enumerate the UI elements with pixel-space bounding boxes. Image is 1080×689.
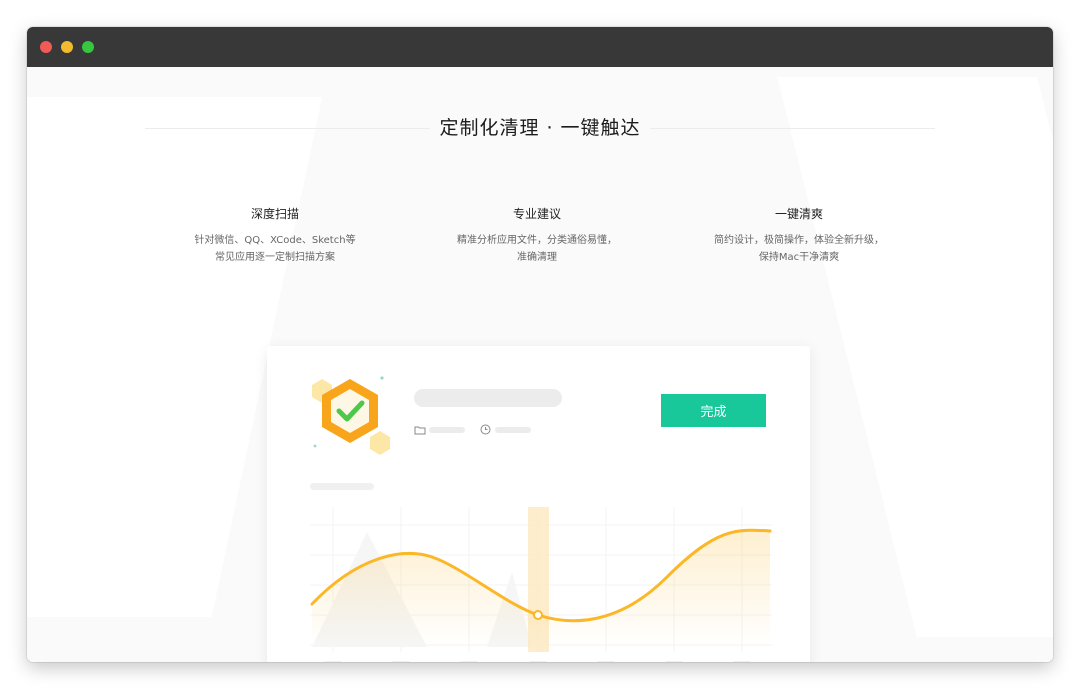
feature-description-line: 常见应用逐一定制扫描方案 — [215, 252, 335, 263]
feature-description: 精准分析应用文件，分类通俗易懂， 准确清理 — [407, 232, 667, 266]
size-skeleton — [429, 427, 465, 433]
feature-description-line: 简约设计，极简操作，体验全新升级， — [714, 235, 884, 246]
feature-deep-scan: 深度扫描 针对微信、QQ、XCode、Sketch等 常见应用逐一定制扫描方案 — [145, 205, 405, 266]
app-window: 定制化清理 · 一键触达 深度扫描 针对微信、QQ、XCode、Sketch等 … — [27, 27, 1053, 662]
window-minimize-button[interactable] — [61, 41, 73, 53]
feature-description-line: 保持Mac干净清爽 — [758, 252, 840, 263]
folder-icon — [414, 426, 426, 435]
chart-illustration — [310, 507, 772, 662]
time-skeleton — [495, 427, 531, 433]
feature-title: 深度扫描 — [250, 207, 299, 221]
feature-title: 专业建议 — [512, 207, 561, 221]
title-bar — [27, 27, 1053, 67]
preview-card: 完成 — [267, 346, 810, 662]
chart-point-marker — [533, 610, 543, 620]
feature-one-click-clean: 一键清爽 简约设计，极简操作，体验全新升级， 保持Mac干净清爽 — [669, 205, 929, 266]
main-content: 定制化清理 · 一键触达 深度扫描 针对微信、QQ、XCode、Sketch等 … — [27, 67, 1053, 662]
sparkle-dot — [380, 376, 384, 380]
sparkle-dot — [313, 444, 317, 448]
feature-description: 简约设计，极简操作，体验全新升级， 保持Mac干净清爽 — [669, 232, 929, 266]
feature-title: 一键清爽 — [774, 207, 823, 221]
clock-icon — [480, 424, 491, 435]
feature-description: 针对微信、QQ、XCode、Sketch等 常见应用逐一定制扫描方案 — [145, 232, 405, 266]
page-headline: 定制化清理 · 一键触达 — [439, 117, 641, 139]
window-zoom-button[interactable] — [82, 41, 94, 53]
feature-description-line: 针对微信、QQ、XCode、Sketch等 — [194, 235, 356, 246]
badge-hexagon-small — [370, 431, 390, 455]
title-skeleton — [414, 389, 562, 407]
feature-description-line: 准确清理 — [517, 252, 557, 263]
done-button[interactable]: 完成 — [661, 394, 766, 427]
chart-x-tick-skeletons — [323, 661, 752, 662]
background-shape — [777, 77, 1053, 637]
window-close-button[interactable] — [40, 41, 52, 53]
feature-description-line: 精准分析应用文件，分类通俗易懂， — [457, 235, 617, 246]
check-hexagon-icon — [312, 376, 390, 455]
feature-expert-advice: 专业建议 精准分析应用文件，分类通俗易懂， 准确清理 — [407, 205, 667, 266]
